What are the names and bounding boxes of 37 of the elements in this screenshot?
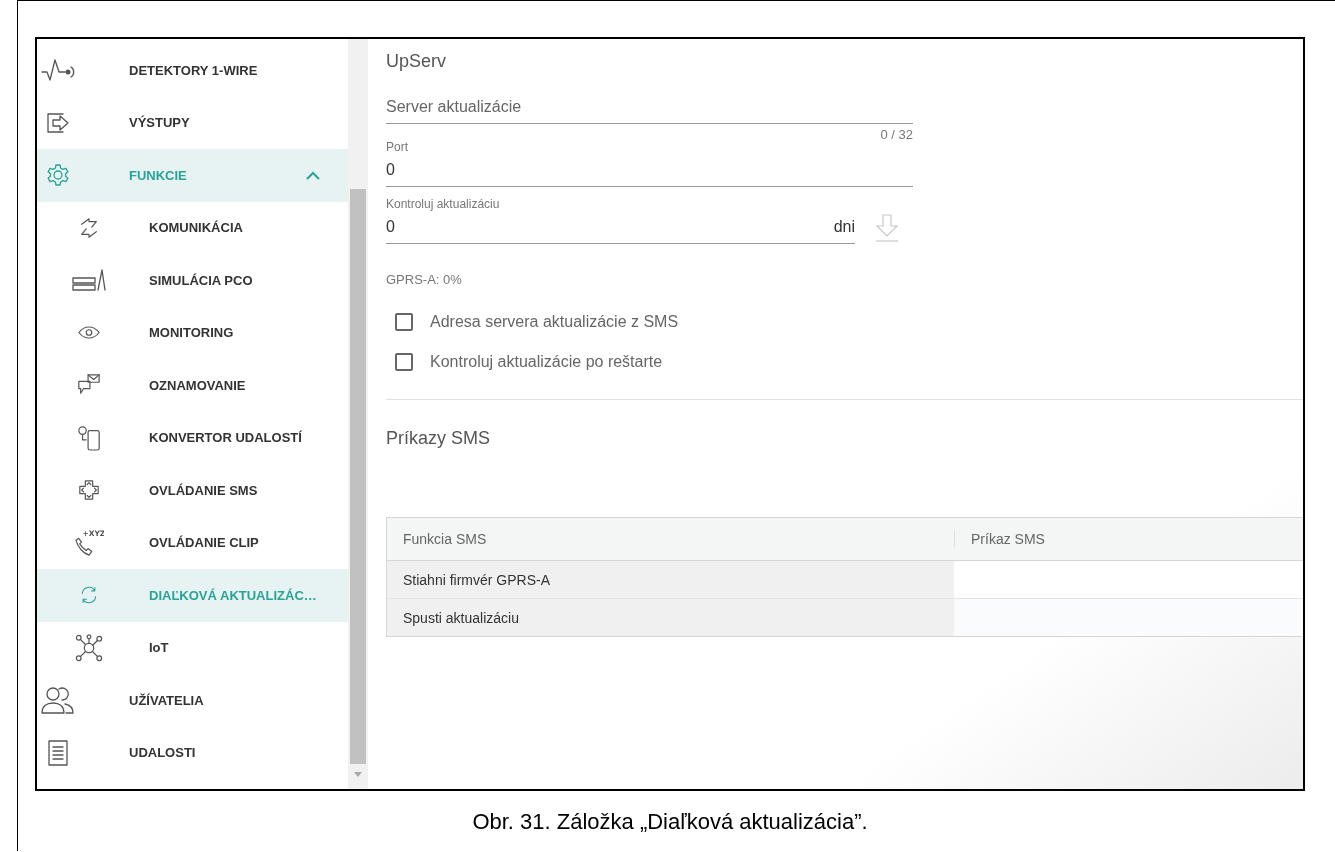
- sidebar-item[interactable]: SIMULÁCIA PCO: [37, 254, 348, 307]
- field-label: Kontroluj aktualizáciu: [386, 197, 501, 211]
- table-cell: Spusti aktualizáciu: [387, 599, 954, 636]
- character-counter: 0 / 32: [880, 127, 913, 142]
- input-field[interactable]: 0: [386, 211, 834, 243]
- table-cell: Stiahni firmvér GPRS-A: [387, 561, 954, 598]
- checkbox[interactable]: [395, 353, 413, 371]
- sidebar-item[interactable]: DETEKTORY 1-WIRE: [37, 44, 348, 97]
- sidebar-item[interactable]: VÝSTUPY: [37, 96, 348, 149]
- sidebar-item[interactable]: KOMUNIKÁCIA: [37, 201, 348, 254]
- field-label: Port: [386, 140, 409, 154]
- sidebar-item[interactable]: KONVERTOR UDALOSTÍ: [37, 411, 348, 464]
- column-header[interactable]: Funkcia SMS: [387, 531, 954, 547]
- sidebar-item[interactable]: IoT: [37, 621, 348, 674]
- sidebar-item[interactable]: UŽÍVATELIA: [37, 674, 348, 727]
- status-text: GPRS-A: 0%: [386, 272, 463, 287]
- sidebar-item[interactable]: MONITORING: [37, 306, 348, 359]
- unit-label: dni: [833, 218, 855, 236]
- sidebar-item[interactable]: OVLÁDANIE SMS: [37, 464, 348, 517]
- scrollbar[interactable]: [348, 39, 368, 789]
- input-field[interactable]: Server aktualizácie: [386, 91, 913, 123]
- sidebar-item[interactable]: UDALOSTI: [37, 726, 348, 779]
- section-title: UpServ: [386, 51, 448, 73]
- sidebar-item[interactable]: +XYZ OVLÁDANIE CLIP: [37, 516, 348, 569]
- checkbox[interactable]: [395, 313, 413, 331]
- input-field[interactable]: 0: [386, 154, 913, 186]
- checkbox-label[interactable]: Adresa servera aktualizácie z SMS: [430, 313, 679, 331]
- figure-caption: Obr. 31. Záložka „Diaľková aktualizácia”.: [471, 809, 869, 835]
- pulse-icon: [41, 58, 75, 83]
- section-title: Príkazy SMS: [386, 428, 492, 450]
- column-header[interactable]: Príkaz SMS: [954, 531, 1303, 547]
- chevron-up-icon[interactable]: [306, 170, 320, 180]
- scroll-down-icon[interactable]: [354, 772, 362, 777]
- checkbox-label[interactable]: Kontroluj aktualizácie po reštarte: [430, 353, 663, 371]
- people-icon: [41, 685, 75, 716]
- server-rack-icon: [71, 268, 107, 293]
- sidebar-item[interactable]: OZNAMOVANIE: [37, 359, 348, 412]
